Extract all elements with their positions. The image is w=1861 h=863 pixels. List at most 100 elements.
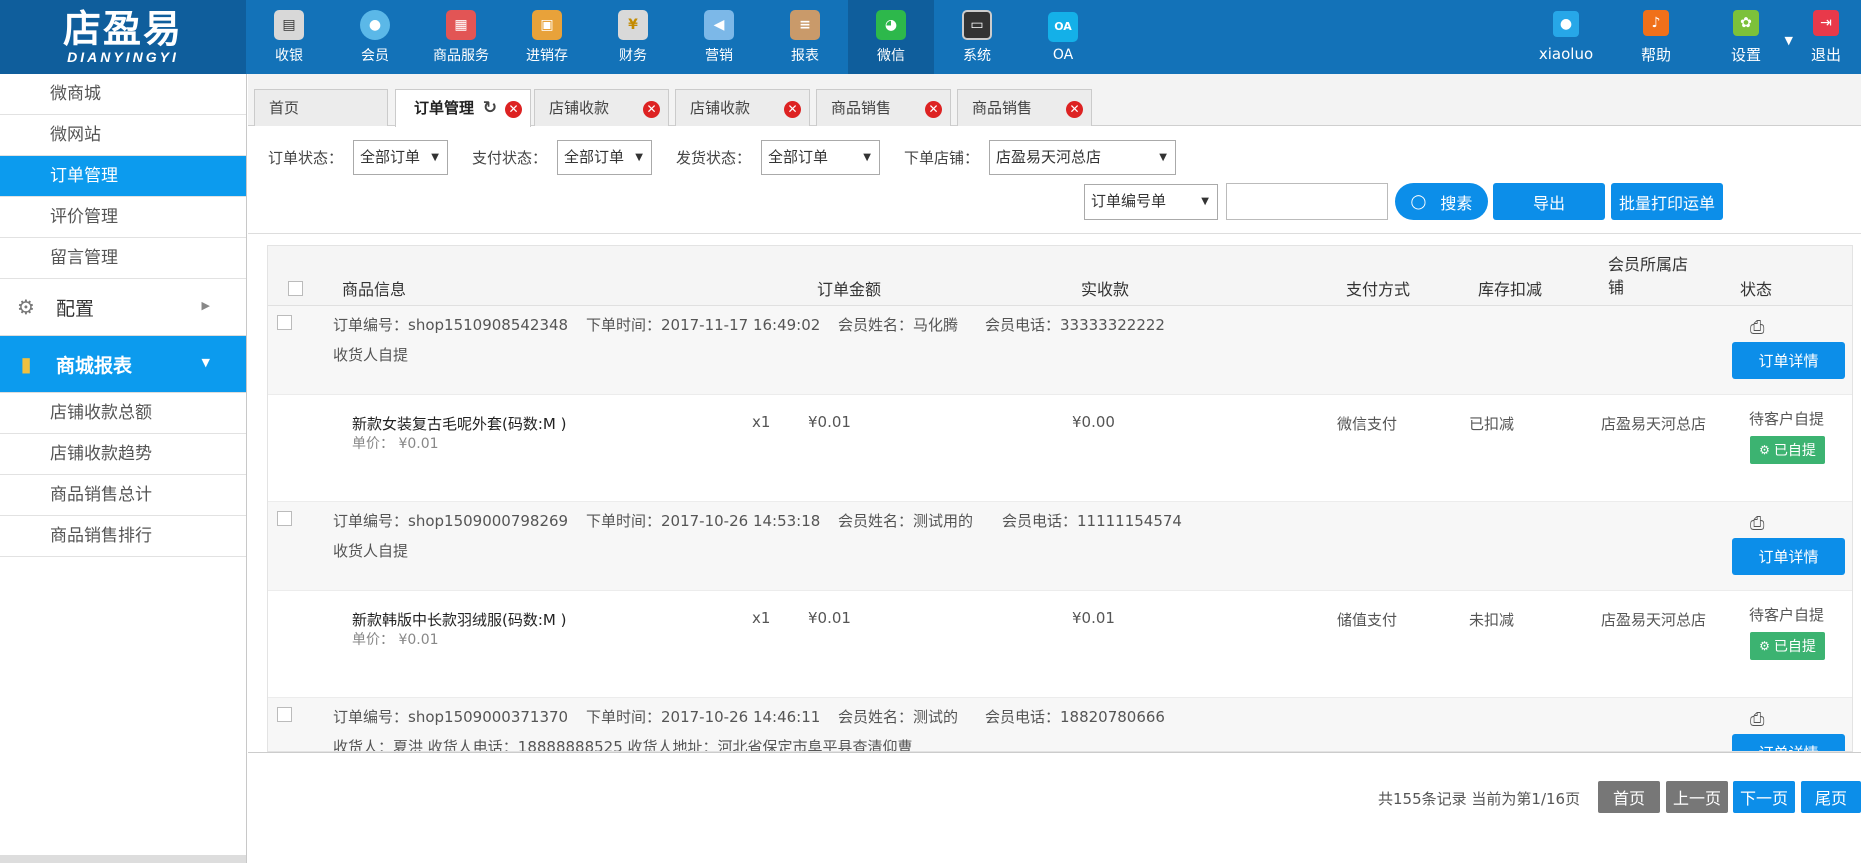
tab-goods-sales-1[interactable]: 商品销售 ✕: [816, 89, 951, 126]
topnav-inventory[interactable]: ▣ 进销存: [504, 0, 590, 74]
shop-select[interactable]: 店盈易天河总店 ▼: [989, 140, 1176, 175]
refresh-icon[interactable]: ↻: [483, 90, 497, 126]
picked-up-badge[interactable]: ⚙ 已自提: [1750, 632, 1825, 660]
header-member-shop-line2: 铺: [1608, 278, 1625, 297]
tab-order-management[interactable]: 订单管理 ↻ ✕: [395, 89, 531, 127]
sidebar-item-review-management[interactable]: 评价管理: [0, 197, 246, 238]
last-page-button[interactable]: 尾页: [1801, 781, 1861, 813]
system-icon: ▭: [962, 9, 992, 40]
picked-up-badge[interactable]: ⚙ 已自提: [1750, 436, 1825, 464]
tab-label: 商品销售: [972, 99, 1033, 117]
receiver-info: 收货人自提: [333, 346, 409, 364]
topnav-label: 会员: [361, 47, 389, 64]
close-icon[interactable]: ✕: [505, 101, 522, 118]
sidebar-group-label: 商城报表: [56, 354, 133, 377]
quantity: x1: [752, 609, 771, 627]
sidebar-item-goods-sales-total[interactable]: 商品销售总计: [0, 475, 246, 516]
topnav-report[interactable]: ≡ 报表: [762, 0, 848, 74]
member-shop: 店盈易天河总店: [1601, 415, 1707, 433]
sidebar-group-config[interactable]: ⚙ 配置 ▶: [0, 279, 246, 336]
printer-icon[interactable]: ⎙: [1750, 513, 1772, 534]
member-phone: 会员电话：33333322222: [985, 316, 1165, 334]
help-button[interactable]: ♪ 帮助: [1611, 0, 1701, 74]
topnav-oa[interactable]: OA OA: [1020, 0, 1106, 74]
pay-status-select[interactable]: 全部订单 ▼: [557, 140, 652, 175]
batch-print-button[interactable]: 批量打印运单: [1611, 183, 1723, 220]
order-checkbox[interactable]: [277, 315, 292, 330]
tab-goods-sales-2[interactable]: 商品销售 ✕: [957, 89, 1092, 126]
close-icon[interactable]: ✕: [925, 101, 942, 118]
dropdown-arrow-icon: ▼: [431, 152, 439, 163]
prev-page-button[interactable]: 上一页: [1666, 781, 1728, 813]
dropdown-arrow-icon: ▼: [635, 152, 643, 163]
finance-icon: ¥: [618, 9, 648, 40]
member-phone: 会员电话：18820780666: [985, 708, 1165, 726]
header-product: 商品信息: [342, 280, 407, 299]
sidebar-item-micro-mall[interactable]: 微商城: [0, 74, 246, 115]
search-type-select[interactable]: 订单编号单 ▼: [1084, 184, 1218, 220]
sidebar-item-shop-receipt-trend[interactable]: 店铺收款趋势: [0, 434, 246, 475]
sidebar-item-order-management[interactable]: 订单管理: [0, 156, 246, 197]
close-icon[interactable]: ✕: [643, 101, 660, 118]
topnav-member[interactable]: ● 会员: [332, 0, 418, 74]
sidebar-item-goods-sales-rank[interactable]: 商品销售排行: [0, 516, 246, 557]
search-button[interactable]: ◯ 搜素: [1395, 183, 1488, 220]
receiver-info: 收货人自提: [333, 542, 409, 560]
close-icon[interactable]: ✕: [784, 101, 801, 118]
ship-status-label: 发货状态：: [676, 149, 752, 167]
sidebar-item-micro-site[interactable]: 微网站: [0, 115, 246, 156]
member-shop: 店盈易天河总店: [1601, 611, 1707, 629]
order-status-select[interactable]: 全部订单 ▼: [353, 140, 448, 175]
search-input[interactable]: [1226, 183, 1388, 220]
next-page-button[interactable]: 下一页: [1733, 781, 1795, 813]
gear-icon: ⚙: [1759, 639, 1770, 653]
printer-icon[interactable]: ⎙: [1750, 709, 1772, 730]
sidebar-item-message-management[interactable]: 留言管理: [0, 238, 246, 279]
topnav-system[interactable]: ▭ 系统: [934, 0, 1020, 74]
order-detail-button[interactable]: 订单详情: [1732, 342, 1845, 379]
export-button[interactable]: 导出: [1493, 183, 1605, 220]
tab-bar: 首页 订单管理 ↻ ✕ 店铺收款 ✕ 店铺收款 ✕ 商品销售 ✕ 商品销售 ✕: [248, 74, 1861, 127]
tab-shop-receipt-1[interactable]: 店铺收款 ✕: [534, 89, 669, 126]
topnav-goods-service[interactable]: ▦ 商品服务: [418, 0, 504, 74]
order-detail-label: 订单详情: [1758, 742, 1818, 751]
printer-icon[interactable]: ⎙: [1750, 317, 1772, 338]
ship-status-select[interactable]: 全部订单 ▼: [761, 140, 880, 175]
shop-label: 下单店铺：: [904, 149, 980, 167]
pagination-info: 共155条记录 当前为第1/16页: [1378, 790, 1581, 808]
unit-price: 单价： ¥0.01: [352, 632, 439, 648]
order-time: 下单时间：2017-10-26 14:46:11: [586, 708, 821, 726]
first-page-button[interactable]: 首页: [1598, 781, 1660, 813]
order-detail-button[interactable]: 订单详情: [1732, 734, 1845, 751]
filter-divider: [248, 233, 1861, 234]
settings-button[interactable]: ✿ 设置 ▼: [1701, 0, 1793, 74]
select-value: 全部订单: [360, 148, 421, 166]
table-header: 商品信息 订单金额 实收款 支付方式 库存扣减 会员所属店 铺 状态: [268, 246, 1852, 306]
username: xiaoluo: [1538, 45, 1594, 63]
order-table: 商品信息 订单金额 实收款 支付方式 库存扣减 会员所属店 铺 状态 订单编号：…: [267, 245, 1853, 752]
order-checkbox[interactable]: [277, 707, 292, 722]
topnav-marketing[interactable]: ◀ 营销: [676, 0, 762, 74]
select-all-checkbox[interactable]: [288, 281, 303, 296]
marketing-icon: ◀: [704, 9, 734, 40]
topnav-finance[interactable]: ¥ 财务: [590, 0, 676, 74]
tab-shop-receipt-2[interactable]: 店铺收款 ✕: [675, 89, 810, 126]
sidebar-item-shop-receipt-total[interactable]: 店铺收款总额: [0, 393, 246, 434]
sidebar-group-mall-report[interactable]: ▮ 商城报表 ▼: [0, 336, 246, 393]
topnav-label: 报表: [791, 47, 819, 64]
topnav-wechat[interactable]: ◕ 微信: [848, 0, 934, 74]
order-detail-button[interactable]: 订单详情: [1732, 538, 1845, 575]
last-page-label: 尾页: [1814, 789, 1847, 808]
close-icon[interactable]: ✕: [1066, 101, 1083, 118]
order-time: 下单时间：2017-11-17 16:49:02: [586, 316, 821, 334]
select-value: 店盈易天河总店: [996, 148, 1102, 166]
tab-home[interactable]: 首页: [254, 89, 388, 126]
topnav-cashier[interactable]: ▤ 收银: [246, 0, 332, 74]
order-amount: ¥0.01: [808, 413, 851, 431]
order-checkbox[interactable]: [277, 511, 292, 526]
product-row: 新款韩版中长款羽绒服(码数:M ) 单价： ¥0.01 x1 ¥0.01 ¥0.…: [268, 591, 1852, 698]
select-value: 订单编号单: [1091, 192, 1167, 210]
logout-button[interactable]: ⇥ 退出: [1791, 0, 1861, 74]
user-menu[interactable]: ● xiaoluo: [1521, 0, 1611, 74]
topnav-label: 营销: [705, 47, 733, 64]
